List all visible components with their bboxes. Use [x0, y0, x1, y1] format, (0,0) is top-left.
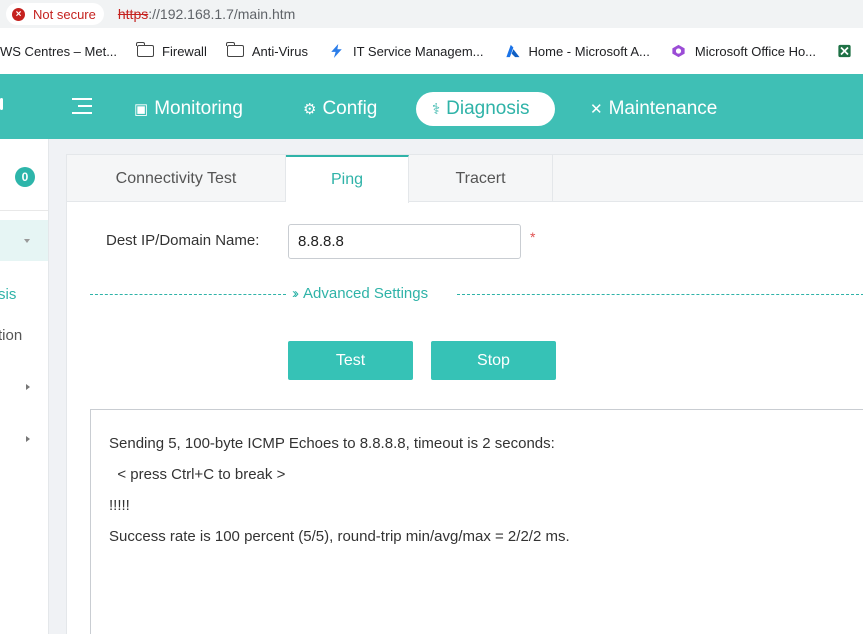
dest-ip-input[interactable]	[288, 224, 521, 259]
security-label: Not secure	[33, 6, 96, 22]
lightning-icon	[331, 44, 342, 58]
url-scheme: https	[117, 6, 149, 22]
nav-monitoring[interactable]: ▣ Monitoring	[134, 92, 243, 126]
sidebar-divider	[0, 210, 48, 211]
test-button[interactable]: Test	[288, 341, 413, 380]
office-icon	[672, 44, 685, 58]
top-navigation: ▣ Monitoring ⚙ Config ⚕ Diagnosis ✕ Main…	[0, 74, 863, 139]
nav-maintenance-label: Maintenance	[608, 98, 718, 119]
tools-icon: ✕	[590, 101, 603, 118]
tab-connectivity-test[interactable]: Connectivity Test	[67, 155, 286, 202]
bookmark-label: Anti-Virus	[251, 43, 308, 59]
bookmark-office[interactable]: Microsoft Office Ho...	[670, 44, 816, 59]
advanced-settings-toggle[interactable]: ›› Advanced Settings	[292, 285, 428, 302]
tab-tracert[interactable]: Tracert	[409, 155, 553, 202]
sidebar: 0 sis tion	[0, 139, 49, 634]
excel-icon	[838, 44, 851, 58]
nav-diagnosis[interactable]: ⚕ Diagnosis	[416, 92, 555, 126]
menu-toggle-icon[interactable]	[72, 96, 94, 116]
output-line: < press Ctrl+C to break >	[109, 466, 286, 483]
folder-icon	[226, 42, 244, 57]
bookmark-firewall[interactable]: Firewall	[136, 42, 207, 59]
bookmark-label: Firewall	[162, 43, 207, 59]
chevron-right-icon[interactable]	[26, 436, 30, 442]
output-line: !!!!!	[109, 497, 130, 514]
warning-icon: ×	[12, 7, 25, 21]
chevron-down-icon	[24, 239, 30, 243]
stethoscope-icon: ⚕	[432, 101, 441, 118]
nav-config[interactable]: ⚙ Config	[303, 92, 377, 126]
bookmark-anti-virus[interactable]: Anti-Virus	[226, 42, 308, 59]
monitor-icon: ▣	[134, 101, 149, 118]
bookmark-ws-centres[interactable]: WS Centres – Met...	[0, 44, 117, 59]
sidebar-item-truncated[interactable]: tion	[0, 327, 22, 344]
nav-config-label: Config	[322, 98, 378, 119]
security-indicator[interactable]: × Not secure	[6, 3, 104, 25]
bookmark-excel[interactable]	[836, 44, 861, 58]
nav-diagnosis-label: Diagnosis	[446, 98, 530, 119]
bookmark-label: WS Centres – Met...	[0, 43, 118, 59]
double-chevron-right-icon: ››	[292, 285, 299, 302]
address-bar[interactable]: × Not secure https://192.168.1.7/main.ht…	[0, 0, 863, 28]
bookmark-it-service[interactable]: IT Service Managem...	[328, 44, 484, 59]
bookmark-label: Home - Microsoft A...	[528, 43, 650, 59]
dest-ip-label: Dest IP/Domain Name:	[106, 232, 260, 249]
gear-icon: ⚙	[303, 101, 317, 118]
folder-icon	[136, 42, 155, 57]
output-line: Success rate is 100 percent (5/5), round…	[109, 528, 570, 545]
bookmark-azure[interactable]: Home - Microsoft A...	[504, 44, 650, 59]
tab-bar: Connectivity Test Ping Tracert	[67, 155, 863, 203]
chevron-right-icon[interactable]	[26, 384, 30, 390]
main-panel: Connectivity Test Ping Tracert Dest IP/D…	[66, 154, 863, 634]
bookmark-label: Microsoft Office Ho...	[694, 43, 817, 59]
logo-fragment	[0, 98, 3, 110]
nav-maintenance[interactable]: ✕ Maintenance	[590, 92, 717, 126]
bookmarks-bar: WS Centres – Met... Firewall Anti-Virus …	[0, 28, 863, 74]
divider-line-right	[457, 294, 863, 295]
url-rest: ://192.168.1.7/main.htm	[148, 6, 296, 22]
nav-monitoring-label: Monitoring	[154, 98, 243, 119]
url-text[interactable]: https://192.168.1.7/main.htm	[118, 6, 295, 22]
required-marker: *	[530, 229, 536, 245]
azure-icon	[505, 44, 520, 58]
notification-badge[interactable]: 0	[15, 167, 35, 187]
output-line: Sending 5, 100-byte ICMP Echoes to 8.8.8…	[109, 435, 555, 452]
advanced-settings-label: Advanced Settings	[303, 285, 429, 302]
bookmark-label: IT Service Managem...	[352, 43, 484, 59]
sidebar-item-diagnosis[interactable]: sis	[0, 286, 16, 303]
divider-line-left	[90, 294, 286, 295]
tab-ping[interactable]: Ping	[286, 155, 409, 203]
stop-button[interactable]: Stop	[431, 341, 556, 380]
ping-output-console: Sending 5, 100-byte ICMP Echoes to 8.8.8…	[90, 409, 863, 634]
